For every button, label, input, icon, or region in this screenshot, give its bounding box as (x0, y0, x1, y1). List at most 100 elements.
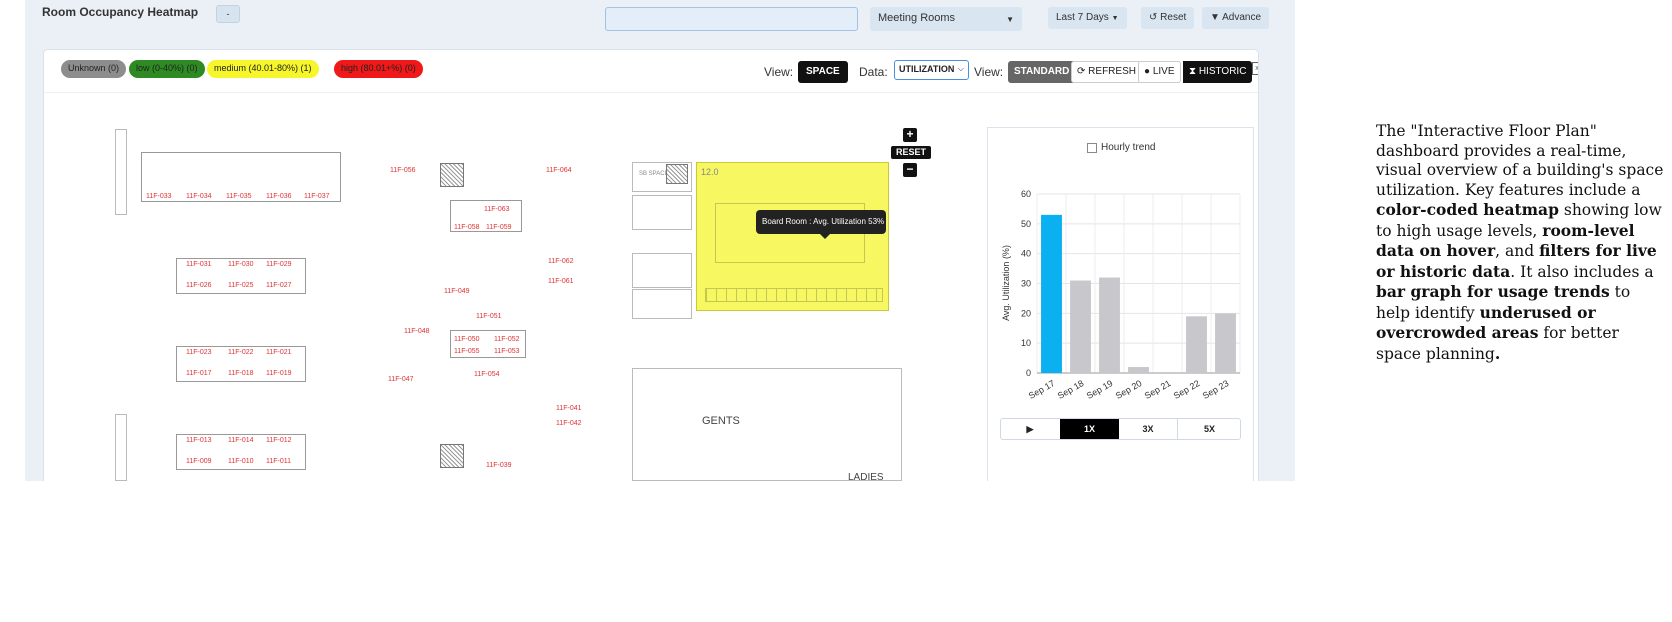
desk-label: 11F-013 (186, 437, 212, 444)
chevron-down-icon: ▼ (1006, 15, 1014, 24)
live-label: LIVE (1152, 66, 1175, 77)
data-label: Data: (859, 65, 888, 79)
collapse-button[interactable]: - (216, 5, 240, 23)
desk-label: 11F-023 (186, 349, 212, 356)
room-type-select[interactable]: Meeting Rooms ▼ (870, 7, 1022, 31)
desk-label: 11F-026 (186, 282, 212, 289)
divider (44, 92, 1258, 93)
desk-label: 11F-042 (556, 420, 582, 427)
hourly-trend-label: Hourly trend (1101, 142, 1156, 153)
y-tick-label: 30 (1021, 279, 1031, 289)
wall-segment (115, 129, 127, 215)
hourly-trend-checkbox[interactable] (1087, 143, 1097, 153)
tooltip-arrow (820, 234, 830, 239)
desk-label: 11F-022 (228, 349, 254, 356)
data-select-value: UTILIZATION (899, 64, 955, 74)
x-tick-label: Sep 19 (1085, 378, 1115, 401)
user-icon: ● (1144, 66, 1151, 77)
standard-view-button[interactable]: STANDARD (1008, 61, 1076, 83)
small-room[interactable] (632, 289, 692, 319)
desk-label: 11F-033 (146, 193, 172, 200)
legend-low[interactable]: low (0-40%) (0) (129, 60, 205, 78)
desk-label: 11F-052 (494, 336, 520, 343)
refresh-button[interactable]: ⟳ REFRESH (1071, 61, 1142, 83)
date-range-button[interactable]: Last 7 Days ▼ (1048, 7, 1127, 29)
desk-label: 11F-010 (228, 458, 254, 465)
bar-sep-20[interactable] (1128, 367, 1149, 373)
desk-label: 11F-051 (476, 313, 502, 320)
page-title: Room Occupancy Heatmap (42, 5, 199, 19)
desk-label: 11F-030 (228, 261, 254, 268)
desk-label: 11F-037 (304, 193, 330, 200)
chevron-down-icon: ⌵ (957, 64, 964, 73)
hourglass-icon: ⧗ (1189, 66, 1197, 77)
desk-label: 11F-019 (266, 370, 292, 377)
advance-filter-button[interactable]: ▼ Advance (1202, 7, 1270, 29)
y-tick-label: 40 (1021, 249, 1031, 259)
x-tick-label: Sep 22 (1172, 378, 1202, 401)
historic-button[interactable]: ⧗ HISTORIC (1183, 61, 1253, 83)
restroom-area[interactable] (632, 368, 902, 481)
x-tick-label: Sep 18 (1056, 378, 1086, 401)
zoom-reset-button[interactable]: RESET (891, 146, 931, 159)
desk-label: 11F-041 (556, 405, 582, 412)
utilization-bar-chart: Sep 17 Sep 18 Sep 19 Sep 20 Sep 21 Sep 22 Sep … (1001, 189, 1241, 401)
desk-label: 11F-035 (226, 193, 252, 200)
desk-label: 11F-064 (546, 167, 572, 174)
historic-label: HISTORIC (1198, 66, 1247, 77)
desk-label: 11F-014 (228, 437, 254, 444)
desk-label: 11F-047 (388, 376, 414, 383)
small-room[interactable] (632, 195, 692, 230)
playback-controls: ▶ 1X 3X 5X (1000, 418, 1241, 440)
speed-1x-button[interactable]: 1X (1060, 419, 1119, 439)
legend-medium[interactable]: medium (40.01-80%) (1) (207, 60, 319, 78)
gents-label: GENTS (702, 415, 740, 427)
reset-label: Reset (1160, 12, 1187, 23)
bar-sep-18[interactable] (1070, 280, 1091, 373)
y-tick-label: 10 (1021, 338, 1031, 348)
live-button[interactable]: ● LIVE (1138, 61, 1181, 83)
desk-label: 11F-009 (186, 458, 212, 465)
view-label: View: (764, 65, 794, 79)
desk-label: 11F-059 (486, 224, 512, 231)
speed-5x-button[interactable]: 5X (1179, 419, 1240, 439)
small-room[interactable] (632, 253, 692, 288)
board-room-heat-zone[interactable]: 12.0 (696, 162, 889, 311)
desk-label: 11F-018 (228, 370, 254, 377)
bar-sep-19[interactable] (1099, 277, 1120, 373)
description-text: , and (1495, 242, 1540, 260)
room-type-value: Meeting Rooms (878, 12, 956, 24)
desk-label: 11F-039 (486, 462, 512, 469)
legend-unknown[interactable]: Unknown (0) (61, 60, 127, 78)
zoom-in-button[interactable]: + (903, 128, 917, 142)
desk-label: 11F-011 (266, 458, 292, 465)
refresh-icon: ⟳ (1077, 66, 1086, 77)
export-icon[interactable]: x (1252, 62, 1258, 75)
zoom-out-button[interactable]: − (903, 163, 917, 177)
column-pillar (440, 163, 464, 187)
description-bold: . (1494, 343, 1501, 363)
wall-segment (115, 414, 127, 481)
bar-sep-22[interactable] (1186, 316, 1207, 373)
space-view-button[interactable]: SPACE (798, 61, 848, 83)
x-tick-label: Sep 21 (1143, 378, 1173, 401)
desk-label: 11F-049 (444, 288, 470, 295)
desk-label: 11F-029 (266, 261, 292, 268)
reset-button[interactable]: ↺ Reset (1141, 7, 1195, 29)
column-pillar (666, 164, 688, 184)
bar-sep-17[interactable] (1041, 214, 1062, 373)
data-select[interactable]: UTILIZATION ⌵ (894, 60, 969, 80)
desk-label: 11F-063 (484, 206, 510, 213)
view2-label: View: (974, 65, 1004, 79)
legend-high[interactable]: high (80.01+%) (0) (334, 60, 423, 78)
search-input[interactable] (605, 7, 858, 31)
description-bold: bar graph for usage trends (1376, 282, 1610, 301)
y-tick-label: 50 (1021, 219, 1031, 229)
desk-label: 11F-061 (548, 278, 574, 285)
speed-3x-button[interactable]: 3X (1119, 419, 1178, 439)
description-text: . It also includes a (1510, 262, 1654, 281)
play-icon[interactable]: ▶ (1001, 419, 1059, 439)
desk-label: 11F-025 (228, 282, 254, 289)
bar-sep-23[interactable] (1215, 313, 1236, 373)
description-text: The "Interactive Floor Plan" dashboard p… (1376, 122, 1664, 199)
